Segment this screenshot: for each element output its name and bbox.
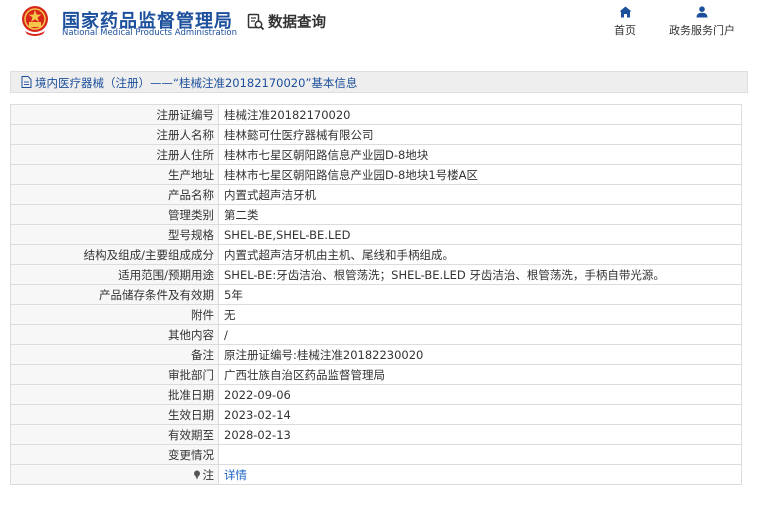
- field-value: 无: [218, 304, 742, 325]
- field-label: 审批部门: [10, 364, 219, 385]
- nav-home-label: 首页: [614, 24, 636, 37]
- field-label: 生效日期: [10, 404, 219, 425]
- document-icon: [21, 76, 32, 88]
- field-label: 管理类别: [10, 204, 219, 225]
- field-value: SHEL-BE,SHEL-BE.LED: [218, 224, 742, 245]
- nav-service-portal[interactable]: 政务服务门户: [660, 6, 744, 38]
- pin-icon: [193, 470, 200, 479]
- field-value: SHEL-BE:牙齿洁治、根管荡洗；SHEL-BE.LED 牙齿洁治、根管荡洗，…: [218, 264, 742, 285]
- field-label: 有效期至: [10, 424, 219, 445]
- table-row: 适用范围/预期用途 SHEL-BE:牙齿洁治、根管荡洗；SHEL-BE.LED 牙…: [10, 264, 742, 285]
- field-value: [218, 444, 742, 465]
- table-row: 型号规格 SHEL-BE,SHEL-BE.LED: [10, 224, 742, 245]
- details-link[interactable]: 详情: [224, 468, 247, 482]
- field-label: 注册人住所: [10, 144, 219, 165]
- table-row: 生效日期 2023-02-14: [10, 404, 742, 425]
- table-row: 备注 原注册证编号:桂械注准20182230020: [10, 344, 742, 365]
- table-row: 结构及组成/主要组成成分 内置式超声洁牙机由主机、尾线和手柄组成。: [10, 244, 742, 265]
- table-row: 注册人住所 桂林市七星区朝阳路信息产业园D-8地块: [10, 144, 742, 165]
- field-label: 产品名称: [10, 184, 219, 205]
- query-icon[interactable]: [247, 13, 265, 31]
- note-label-cell: 注: [10, 464, 219, 485]
- field-value: 内置式超声洁牙机: [218, 184, 742, 205]
- field-value: 桂林市七星区朝阳路信息产业园D-8地块: [218, 144, 742, 165]
- detail-table: 注册证编号 桂械注准20182170020 注册人名称 桂林懿可仕医疗器械有限公司 注册…: [10, 104, 742, 485]
- field-label: 备注: [10, 344, 219, 365]
- field-value: 原注册证编号:桂械注准20182230020: [218, 344, 742, 365]
- table-row: 产品名称 内置式超声洁牙机: [10, 184, 742, 205]
- field-label: 结构及组成/主要组成成分: [10, 244, 219, 265]
- field-value: 桂械注准20182170020: [218, 104, 742, 125]
- nav-portal-label: 政务服务门户: [669, 24, 735, 37]
- table-row: 批准日期 2022-09-06: [10, 384, 742, 405]
- table-row: 注册人名称 桂林懿可仕医疗器械有限公司: [10, 124, 742, 145]
- field-label: 型号规格: [10, 224, 219, 245]
- data-query-link[interactable]: 数据查询: [268, 11, 326, 32]
- field-label: 适用范围/预期用途: [10, 264, 219, 285]
- table-row: 其他内容 /: [10, 324, 742, 345]
- table-row: 注册证编号 桂械注准20182170020: [10, 104, 742, 125]
- field-value: 2023-02-14: [218, 404, 742, 425]
- breadcrumb: 境内医疗器械（注册）——“桂械注准20182170020”基本信息: [10, 71, 748, 93]
- table-row: 生产地址 桂林市七星区朝阳路信息产业园D-8地块1号楼A区: [10, 164, 742, 185]
- home-icon: [619, 6, 631, 18]
- field-value: 5年: [218, 284, 742, 305]
- field-value: 2028-02-13: [218, 424, 742, 445]
- site-subtitle: National Medical Products Administration: [62, 28, 237, 38]
- field-value: /: [218, 324, 742, 345]
- field-label: 批准日期: [10, 384, 219, 405]
- nav-home[interactable]: 首页: [608, 6, 642, 38]
- note-value-cell: 详情: [218, 464, 742, 485]
- table-row: 产品储存条件及有效期 5年: [10, 284, 742, 305]
- breadcrumb-text: 境内医疗器械（注册）——“桂械注准20182170020”基本信息: [35, 76, 358, 90]
- field-value: 桂林懿可仕医疗器械有限公司: [218, 124, 742, 145]
- table-row: 管理类别 第二类: [10, 204, 742, 225]
- site-header: 国家药品监督管理局 National Medical Products Admi…: [0, 0, 758, 52]
- field-label: 其他内容: [10, 324, 219, 345]
- table-row: 变更情况: [10, 444, 742, 465]
- field-value: 2022-09-06: [218, 384, 742, 405]
- note-row: 注详情: [10, 464, 742, 485]
- table-row: 附件无: [10, 304, 742, 325]
- user-icon: [696, 6, 708, 18]
- field-value: 桂林市七星区朝阳路信息产业园D-8地块1号楼A区: [218, 164, 742, 185]
- national-emblem-icon: [22, 6, 48, 36]
- field-label: 注册人名称: [10, 124, 219, 145]
- field-label: 注册证编号: [10, 104, 219, 125]
- table-row: 有效期至 2028-02-13: [10, 424, 742, 445]
- field-value: 第二类: [218, 204, 742, 225]
- table-row: 审批部门 广西壮族自治区药品监督管理局: [10, 364, 742, 385]
- note-label: 注: [202, 467, 215, 482]
- field-label: 变更情况: [10, 444, 219, 465]
- field-value: 广西壮族自治区药品监督管理局: [218, 364, 742, 385]
- field-label: 产品储存条件及有效期: [10, 284, 219, 305]
- field-value: 内置式超声洁牙机由主机、尾线和手柄组成。: [218, 244, 742, 265]
- field-label: 生产地址: [10, 164, 219, 185]
- field-label: 附件: [10, 304, 219, 325]
